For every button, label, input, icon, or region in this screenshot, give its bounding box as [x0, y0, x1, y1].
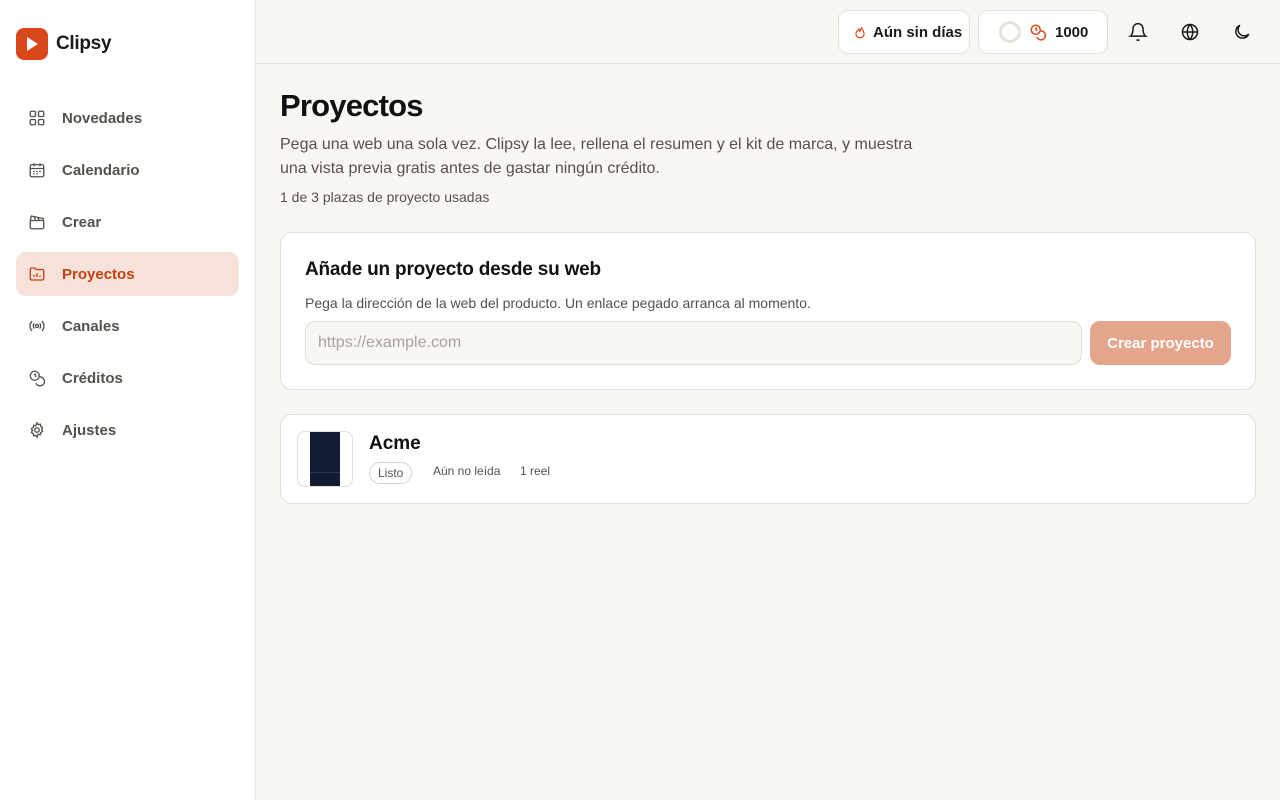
- page-description: Pega una web una sola vez. Clipsy la lee…: [280, 136, 913, 177]
- brand-name: Clipsy: [56, 33, 112, 54]
- status-badge: Listo: [369, 462, 413, 484]
- sidebar-item-canales[interactable]: Canales: [16, 304, 239, 348]
- coins-icon: [1030, 24, 1047, 41]
- sidebar-item-ajustes[interactable]: Ajustes: [16, 408, 239, 452]
- add-project-description: Pega la dirección de la web del producto…: [305, 295, 811, 311]
- clipsy-logo-icon: [16, 28, 48, 60]
- reel-preview-image: [310, 432, 340, 486]
- add-project-title: Añade un proyecto desde su web: [305, 259, 601, 280]
- sidebar-item-creditos[interactable]: Créditos: [16, 356, 239, 400]
- sidebar-item-label: Créditos: [62, 369, 123, 387]
- flame-icon: [855, 26, 865, 39]
- brand[interactable]: Clipsy: [16, 28, 112, 60]
- sidebar-item-novedades[interactable]: Novedades: [16, 96, 239, 140]
- bell-icon: [1128, 22, 1148, 42]
- project-name: Acme: [369, 433, 421, 454]
- grid-icon: [29, 110, 45, 126]
- sidebar-item-label: Proyectos: [62, 265, 135, 283]
- calendar-icon: [29, 163, 45, 178]
- theme-toggle-button[interactable]: [1228, 18, 1256, 46]
- progress-ring-icon: [999, 21, 1021, 43]
- sidebar: Clipsy Novedades Calendario Crear Proyec…: [0, 0, 256, 800]
- sidebar-item-label: Novedades: [62, 109, 143, 127]
- gear-icon: [30, 421, 44, 439]
- clapperboard-icon: [29, 215, 45, 230]
- sidebar-item-label: Crear: [62, 213, 102, 231]
- add-project-card: Añade un proyecto desde su web Pega la d…: [280, 232, 1256, 390]
- sidebar-item-proyectos[interactable]: Proyectos: [16, 252, 239, 296]
- credits-value: 1000: [1055, 23, 1089, 41]
- sidebar-nav: Novedades Calendario Crear Proyectos Can…: [16, 96, 239, 460]
- moon-icon: [1235, 24, 1250, 39]
- streak-label: Aún sin días: [873, 23, 963, 41]
- website-url-input[interactable]: [305, 321, 1082, 365]
- project-thumbnail: [297, 431, 353, 487]
- folder-chart-icon: [29, 267, 45, 281]
- project-slots-usage: 1 de 3 plazas de proyecto usadas: [280, 189, 490, 205]
- notifications-button[interactable]: [1124, 18, 1152, 46]
- coins-icon: [29, 370, 46, 387]
- topbar: Aún sin días 1000: [256, 0, 1280, 64]
- streak-button[interactable]: Aún sin días: [838, 10, 970, 54]
- broadcast-icon: [29, 320, 45, 332]
- page-title: Proyectos: [280, 88, 424, 123]
- sidebar-item-label: Calendario: [62, 161, 140, 179]
- sidebar-item-calendario[interactable]: Calendario: [16, 148, 239, 192]
- globe-icon: [1181, 23, 1199, 41]
- project-card[interactable]: Acme Listo Aún no leída 1 reel: [280, 414, 1256, 504]
- project-reel-count: 1 reel: [520, 464, 551, 478]
- sidebar-item-label: Canales: [62, 317, 120, 335]
- create-project-button[interactable]: Crear proyecto: [1090, 321, 1231, 365]
- sidebar-item-label: Ajustes: [62, 421, 117, 439]
- sidebar-item-crear[interactable]: Crear: [16, 200, 239, 244]
- language-button[interactable]: [1176, 18, 1204, 46]
- credits-button[interactable]: 1000: [978, 10, 1108, 54]
- project-read-state: Aún no leída: [433, 464, 501, 478]
